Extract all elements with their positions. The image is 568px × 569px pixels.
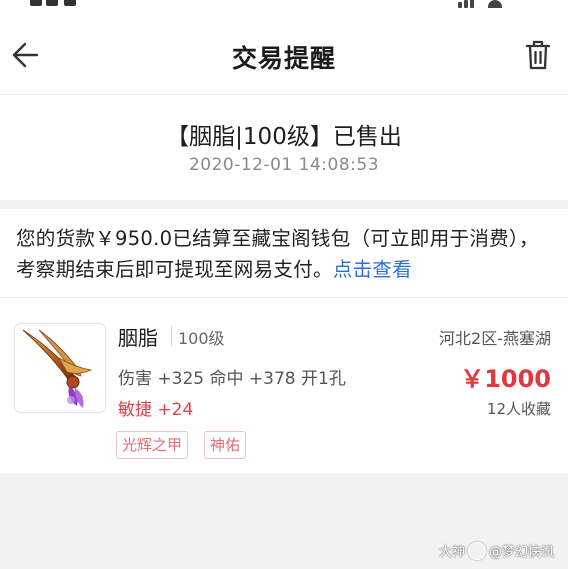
watermark-logo-icon xyxy=(467,541,486,560)
page-title: 交易提醒 xyxy=(231,44,336,73)
delete-button[interactable] xyxy=(524,39,552,71)
trash-icon xyxy=(525,40,551,70)
weapon-claw-icon xyxy=(22,329,93,408)
item-thumbnail[interactable] xyxy=(14,323,106,413)
item-tag: 光辉之甲 xyxy=(116,431,189,459)
item-tag: 神佑 xyxy=(204,431,247,459)
notice-timestamp: 2020-12-01 14:08:53 xyxy=(188,155,380,175)
status-bar xyxy=(0,0,568,14)
item-level: 100级 xyxy=(178,329,225,348)
sold-notice: 【胭脂|100级】已售出 2020-12-01 14:08:53 xyxy=(0,95,568,200)
watermark-brand: 大神 xyxy=(438,545,465,560)
item-price: ￥1000 xyxy=(460,365,551,393)
message-text: 您的货款￥950.0已结算至藏宝阁钱包（可立即用于消费），考察期结束后即可提现至… xyxy=(16,227,539,281)
notice-title: 【胭脂|100级】已售出 xyxy=(166,124,402,150)
navigation-bar: 交易提醒 xyxy=(0,14,568,95)
watermark-account: @梦幻快讯 xyxy=(488,545,554,560)
watermark: 大神 @梦幻快讯 xyxy=(439,541,554,563)
status-time xyxy=(30,0,100,6)
view-details-link[interactable]: 点击查看 xyxy=(333,258,412,281)
item-name: 胭脂 xyxy=(118,326,158,350)
item-favorites: 12人收藏 xyxy=(486,400,551,418)
name-divider xyxy=(171,326,172,346)
item-card[interactable]: 胭脂 100级 伤害 +325 命中 +378 开1孔 敏捷 +24 光辉之甲 … xyxy=(0,298,568,473)
section-divider xyxy=(0,200,568,209)
settlement-message: 您的货款￥950.0已结算至藏宝阁钱包（可立即用于消费），考察期结束后即可提现至… xyxy=(0,209,568,298)
item-agility-stat: 敏捷 +24 xyxy=(118,400,194,420)
item-stats: 伤害 +325 命中 +378 开1孔 xyxy=(118,369,346,389)
item-server: 河北2区-燕塞湖 xyxy=(439,329,551,348)
message-body: 您的货款￥950.0已结算至藏宝阁钱包（可立即用于消费），考察期结束后即可提现至… xyxy=(16,223,554,285)
status-icons xyxy=(458,0,528,8)
